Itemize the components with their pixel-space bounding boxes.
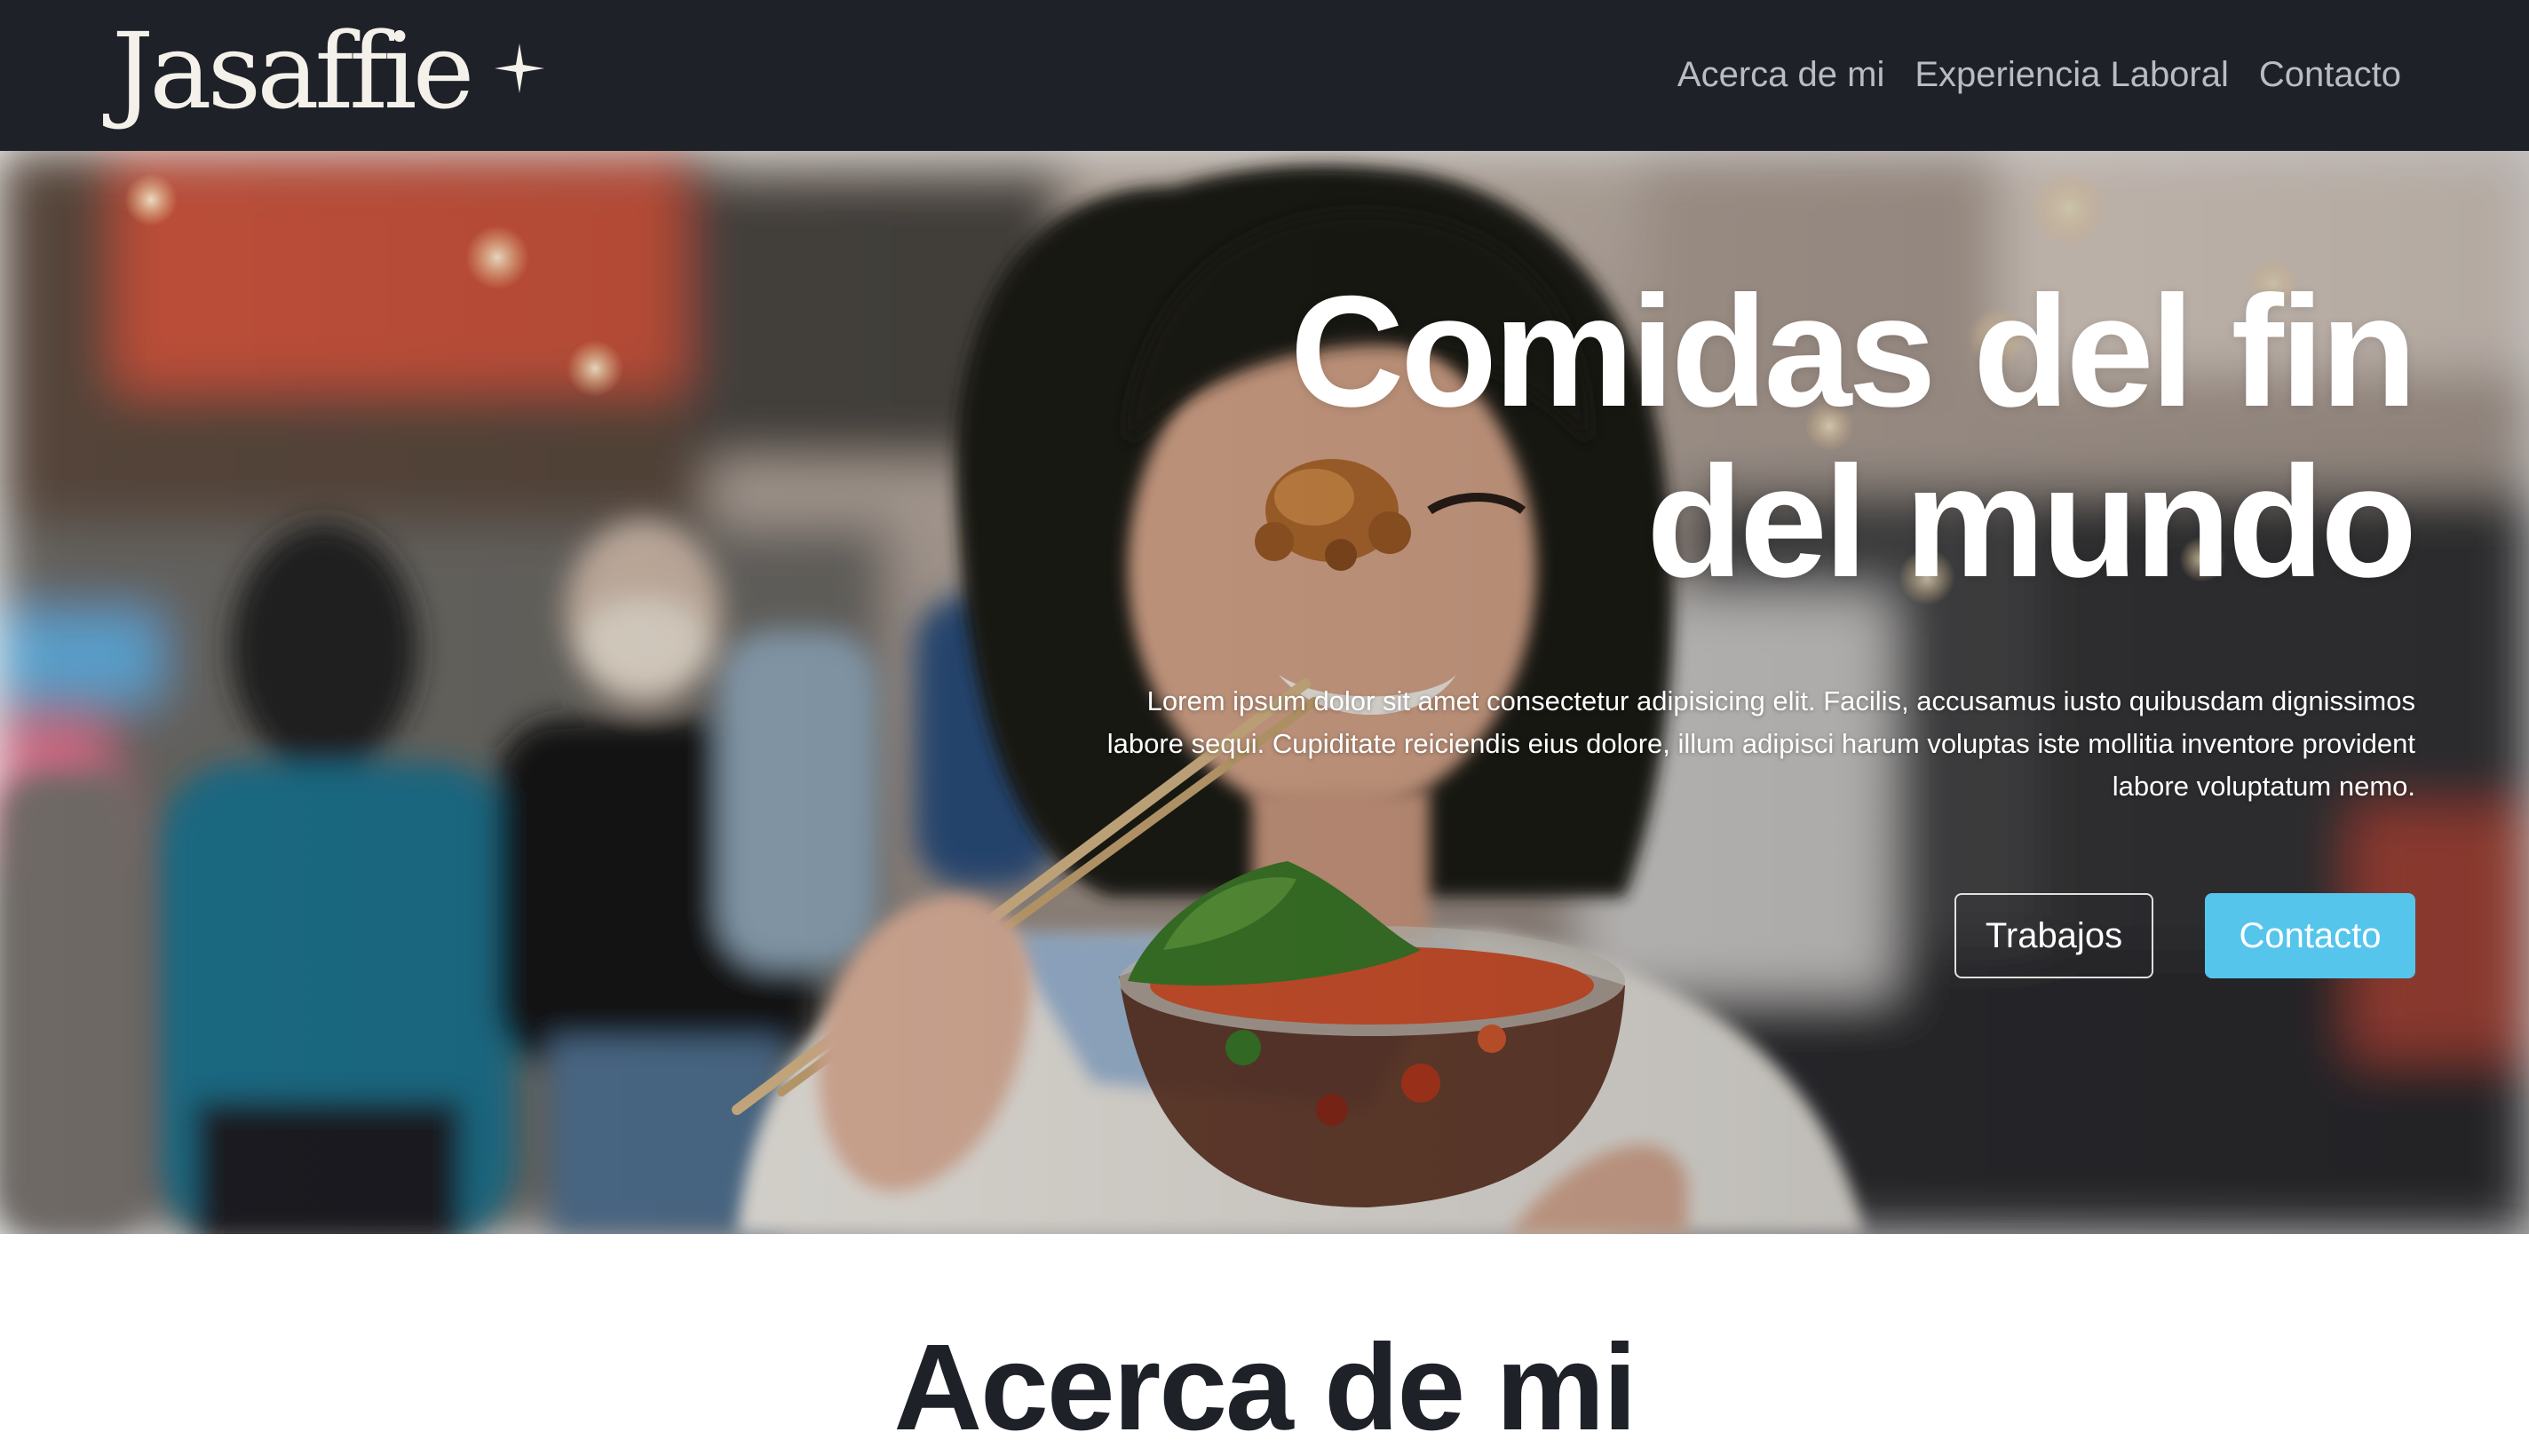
works-button[interactable]: Trabajos xyxy=(1954,893,2153,978)
hero-title: Comidas del fin del mundo xyxy=(1082,263,2417,610)
contact-button[interactable]: Contacto xyxy=(2205,893,2415,978)
hero-title-line-2: del mundo xyxy=(1646,433,2417,610)
nav-link-experience[interactable]: Experiencia Laboral xyxy=(1915,46,2229,103)
nav-link-about[interactable]: Acerca de mi xyxy=(1677,46,1884,103)
sparkle-icon xyxy=(495,44,545,93)
nav-menu: Acerca de mi Experiencia Laboral Contact… xyxy=(1677,46,2401,103)
brand-logo[interactable]: Jasaffie xyxy=(112,9,546,133)
hero-actions: Trabajos Contacto xyxy=(1954,893,2415,978)
hero-section: Comidas del fin del mundo Lorem ipsum do… xyxy=(0,151,2529,1234)
brand-name: Jasaffie xyxy=(112,10,474,132)
hero-title-line-1: Comidas del fin xyxy=(1289,263,2417,439)
hero-description: Lorem ipsum dolor sit amet consectetur a… xyxy=(1106,685,2415,802)
navbar: Jasaffie Acerca de mi Experiencia Labora… xyxy=(0,0,2529,151)
about-title: Acerca de mi xyxy=(893,1319,1637,1456)
nav-link-contact[interactable]: Contacto xyxy=(2259,46,2401,103)
